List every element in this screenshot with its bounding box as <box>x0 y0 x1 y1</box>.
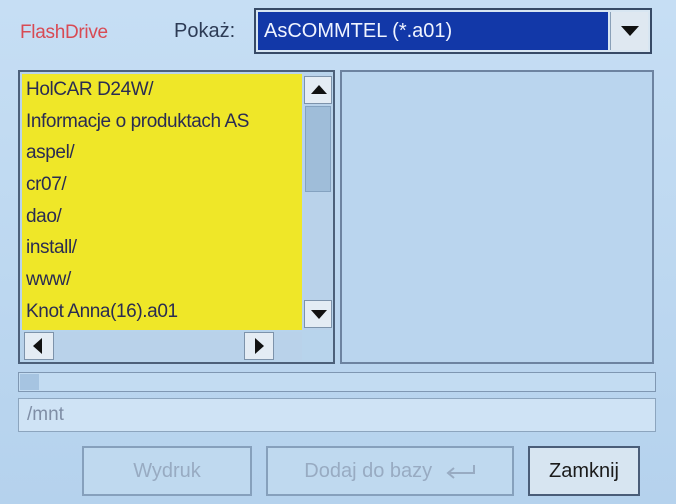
list-item[interactable]: cr07/ <box>22 169 302 201</box>
file-type-dropdown[interactable]: AsCOMMTEL (*.a01) <box>254 8 652 54</box>
list-item[interactable]: install/ <box>22 232 302 264</box>
filter-label: Pokaż: <box>174 20 236 42</box>
add-to-database-label: Dodaj do bazy <box>304 460 433 482</box>
preview-panel <box>340 70 654 364</box>
brand-label: FlashDrive <box>20 22 108 43</box>
list-item[interactable]: HolCAR D24W/ <box>22 74 302 106</box>
arrow-left-icon[interactable] <box>24 332 54 360</box>
horizontal-scrollbar[interactable] <box>22 332 302 360</box>
current-path-field: /mnt <box>18 398 656 432</box>
progress-bar-fill <box>20 374 40 390</box>
list-item[interactable]: Informacje o produktach AS <box>22 106 302 138</box>
add-to-database-button[interactable]: Dodaj do bazy <box>266 446 514 496</box>
chevron-down-icon[interactable] <box>610 12 648 50</box>
vertical-scrollbar[interactable] <box>304 74 332 330</box>
file-list-panel: HolCAR D24W/ Informacje o produktach AS … <box>18 70 335 364</box>
close-button[interactable]: Zamknij <box>528 446 640 496</box>
arrow-up-icon[interactable] <box>304 76 332 104</box>
enter-key-icon <box>446 464 475 479</box>
vertical-scroll-thumb[interactable] <box>305 106 331 192</box>
file-list[interactable]: HolCAR D24W/ Informacje o produktach AS … <box>22 74 302 330</box>
progress-bar <box>18 372 656 392</box>
app-window: FlashDrive Pokaż: AsCOMMTEL (*.a01) HolC… <box>0 0 676 504</box>
arrow-right-icon[interactable] <box>244 332 274 360</box>
list-item[interactable]: www/ <box>22 264 302 296</box>
list-item[interactable]: Knot Anna(16).a01 <box>22 296 302 328</box>
arrow-down-icon[interactable] <box>304 300 332 328</box>
list-item[interactable]: dao/ <box>22 201 302 233</box>
list-item[interactable]: aspel/ <box>22 137 302 169</box>
print-button[interactable]: Wydruk <box>82 446 252 496</box>
file-type-selected-value[interactable]: AsCOMMTEL (*.a01) <box>258 12 608 50</box>
